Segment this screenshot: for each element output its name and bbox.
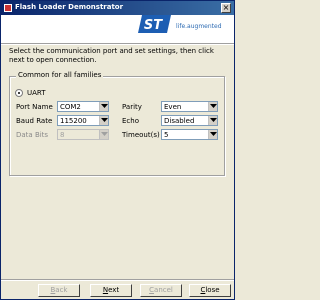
chevron-down-icon[interactable]	[208, 130, 217, 139]
close-label-rest: lose	[205, 286, 220, 294]
close-window-button[interactable]: ×	[221, 3, 231, 13]
back-button[interactable]: Back	[38, 284, 80, 297]
chevron-down-icon[interactable]	[99, 116, 108, 125]
timeout-label: Timeout(s)	[122, 131, 160, 139]
radio-dot	[18, 92, 20, 94]
cancel-button[interactable]: Cancel	[140, 284, 182, 297]
window-title: Flash Loader Demonstrator	[15, 3, 124, 11]
chevron-down-icon	[99, 130, 108, 139]
uart-radio[interactable]	[15, 89, 23, 97]
footer-separator	[1, 279, 234, 281]
baud-rate-value: 115200	[60, 117, 87, 125]
echo-label: Echo	[122, 117, 139, 125]
baud-rate-label: Baud Rate	[16, 117, 53, 125]
uart-label: UART	[27, 89, 46, 97]
baud-rate-select[interactable]: 115200	[57, 115, 109, 126]
title-bar[interactable]: Flash Loader Demonstrator ×	[1, 1, 234, 15]
data-bits-select: 8	[57, 129, 109, 140]
parity-value: Even	[164, 103, 182, 111]
chevron-down-icon[interactable]	[208, 102, 217, 111]
svg-text:ST: ST	[144, 18, 163, 33]
port-name-label: Port Name	[16, 103, 53, 111]
timeout-select[interactable]: 5	[161, 129, 218, 140]
back-label-rest: ack	[55, 286, 68, 294]
group-title: Common for all families	[16, 71, 104, 79]
chevron-down-icon[interactable]	[208, 116, 217, 125]
header-banner: ST life.augmented	[1, 15, 234, 43]
next-label-rest: ext	[108, 286, 120, 294]
flash-loader-window: Flash Loader Demonstrator × ST life.augm…	[0, 0, 235, 300]
echo-select[interactable]: Disabled	[161, 115, 218, 126]
close-icon: ×	[222, 3, 230, 12]
close-button[interactable]: Close	[189, 284, 231, 297]
port-name-value: COM2	[60, 103, 81, 111]
next-button[interactable]: Next	[90, 284, 132, 297]
tagline: life.augmented	[176, 23, 222, 30]
header-separator	[1, 43, 234, 45]
cancel-label-rest: ancel	[154, 286, 173, 294]
chevron-down-icon[interactable]	[99, 102, 108, 111]
instruction-text: Select the communication port and set se…	[9, 47, 214, 64]
parity-label: Parity	[122, 103, 142, 111]
parity-select[interactable]: Even	[161, 101, 218, 112]
app-icon	[4, 4, 12, 12]
st-logo: ST	[138, 15, 171, 33]
timeout-value: 5	[164, 131, 169, 139]
echo-value: Disabled	[164, 117, 195, 125]
data-bits-label: Data Bits	[16, 131, 49, 139]
port-name-select[interactable]: COM2	[57, 101, 109, 112]
data-bits-value: 8	[60, 131, 65, 139]
